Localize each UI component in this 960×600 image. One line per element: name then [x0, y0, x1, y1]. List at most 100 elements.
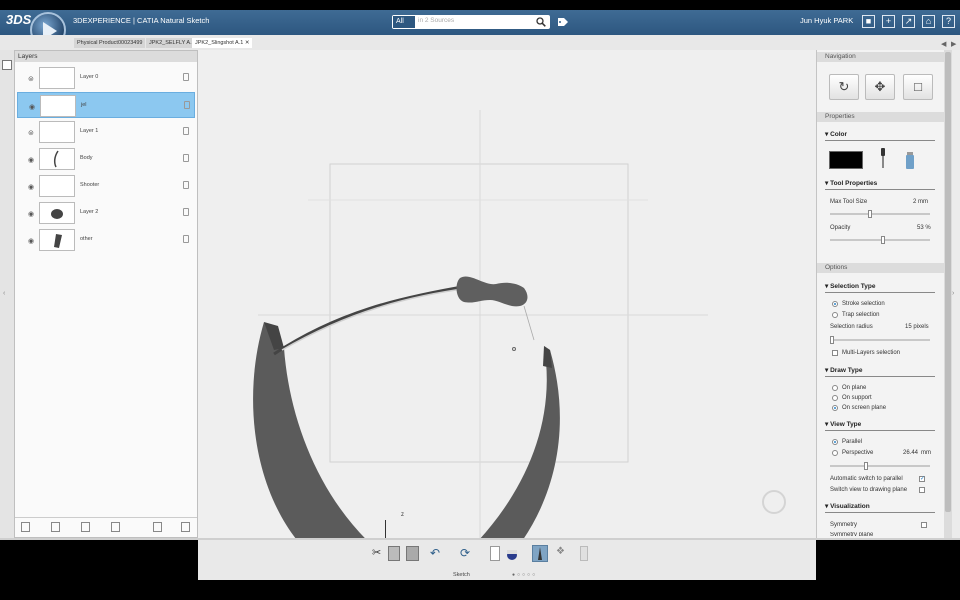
home-icon[interactable]: ⌂ — [922, 15, 935, 28]
help-icon[interactable]: ? — [942, 15, 955, 28]
plane-icon[interactable] — [490, 546, 500, 561]
pan-icon[interactable]: ✥ — [865, 74, 895, 100]
eye-icon[interactable]: ◉ — [28, 156, 34, 164]
lock-icon[interactable] — [183, 73, 189, 81]
lock-icon[interactable] — [184, 101, 190, 109]
slider-handle[interactable] — [864, 462, 868, 470]
visualization-title[interactable]: ▾ Visualization — [825, 502, 870, 510]
lock-icon[interactable] — [183, 154, 189, 162]
search-box[interactable]: All in 2 Sources — [392, 15, 550, 29]
right-panel-scrollbar[interactable] — [944, 50, 952, 538]
perspective-radio[interactable] — [832, 450, 838, 456]
on-screen-plane-radio[interactable] — [832, 405, 838, 411]
multi-layers-checkbox[interactable] — [832, 350, 838, 356]
eye-icon[interactable]: ◉ — [28, 183, 34, 191]
collapse-right-icon[interactable]: › — [952, 290, 954, 297]
perspective-label[interactable]: Perspective — [842, 450, 873, 456]
layer-row-other[interactable]: ◉ other — [17, 227, 195, 253]
search-input[interactable]: in 2 Sources — [418, 17, 454, 24]
tab-slingshot[interactable]: JPK2_Slingshot A.1 ✕ — [192, 38, 253, 48]
tab-scroll-left-icon[interactable]: ◀ — [941, 40, 946, 48]
lock-icon[interactable] — [183, 208, 189, 216]
on-support-radio[interactable] — [832, 395, 838, 401]
lock-icon[interactable] — [183, 127, 189, 135]
on-support-label[interactable]: On support — [842, 395, 872, 401]
tool-properties-title[interactable]: ▾ Tool Properties — [825, 179, 877, 187]
opacity-slider[interactable] — [830, 236, 930, 244]
search-icon[interactable] — [536, 17, 546, 27]
trap-selection-label[interactable]: Trap selection — [842, 312, 879, 318]
multi-layers-label[interactable]: Multi-Layers selection — [842, 350, 900, 356]
update-icon[interactable]: ⟳ — [460, 546, 474, 561]
layer-row-layer2[interactable]: ◉ Layer 2 — [17, 200, 195, 226]
lock-icon[interactable] — [183, 181, 189, 189]
new-layer-icon[interactable] — [51, 522, 60, 532]
collapse-left-icon[interactable]: ‹ — [3, 290, 5, 297]
trap-selection-radio[interactable] — [832, 312, 838, 318]
on-plane-radio[interactable] — [832, 385, 838, 391]
cut-icon[interactable]: ✂ — [372, 546, 384, 561]
rotate-icon[interactable]: ↻ — [829, 74, 859, 100]
parallel-label[interactable]: Parallel — [842, 439, 862, 445]
user-profile-icon[interactable]: ■ — [862, 15, 875, 28]
navigation-header[interactable]: Navigation — [817, 52, 944, 62]
copy-icon[interactable] — [388, 546, 400, 561]
layer-row-shooter[interactable]: ◉ Shooter — [17, 173, 195, 199]
parallel-radio[interactable] — [832, 439, 838, 445]
slider-handle[interactable] — [830, 336, 834, 344]
close-icon[interactable]: ✕ — [245, 40, 250, 46]
transform-icon[interactable]: ❖ — [556, 546, 568, 561]
on-screen-plane-label[interactable]: On screen plane — [842, 405, 886, 411]
layer-row-jel[interactable]: ◉ jel — [17, 92, 195, 118]
move-up-icon[interactable] — [111, 522, 120, 532]
selection-type-title[interactable]: ▾ Selection Type — [825, 282, 875, 290]
color-title[interactable]: ▾ Color — [825, 130, 847, 138]
new-folder-icon[interactable] — [21, 522, 30, 532]
paste-icon[interactable] — [406, 546, 419, 561]
layer-row-layer1[interactable]: ⊜ Layer 1 — [17, 119, 195, 145]
slider-handle[interactable] — [868, 210, 872, 218]
layers-panel-icon[interactable] — [2, 60, 12, 70]
share-icon[interactable]: ↗ — [902, 15, 915, 28]
delete-icon[interactable] — [153, 522, 162, 532]
eye-closed-icon[interactable]: ⊜ — [28, 75, 34, 83]
symmetry-plane-label[interactable]: Symmetry plane — [830, 532, 873, 536]
tab-physical-product[interactable]: Physical Product00023499 — [74, 38, 146, 48]
duplicate-layer-icon[interactable] — [81, 522, 90, 532]
add-icon[interactable]: + — [882, 15, 895, 28]
eye-icon[interactable]: ◉ — [29, 103, 35, 111]
view-type-title[interactable]: ▾ View Type — [825, 420, 861, 428]
tag-icon[interactable] — [558, 18, 568, 26]
layer-options-icon[interactable] — [181, 522, 190, 532]
stroke-selection-radio[interactable] — [832, 301, 838, 307]
symmetry-checkbox[interactable] — [921, 522, 927, 528]
auto-switch-label[interactable]: Automatic switch to parallel — [830, 476, 903, 482]
options-header[interactable]: Options — [817, 263, 944, 273]
perspective-slider[interactable] — [830, 462, 930, 470]
color-swatch[interactable] — [829, 151, 863, 169]
auto-switch-checkbox[interactable]: ✓ — [919, 476, 925, 482]
ink-icon[interactable] — [506, 546, 518, 561]
properties-header[interactable]: Properties — [817, 112, 944, 122]
eye-closed-icon[interactable]: ⊜ — [28, 129, 34, 137]
selection-radius-slider[interactable] — [830, 336, 930, 344]
draw-type-title[interactable]: ▾ Draw Type — [825, 366, 862, 374]
brush-icon[interactable] — [532, 545, 548, 562]
stroke-selection-label[interactable]: Stroke selection — [842, 301, 885, 307]
switch-view-checkbox[interactable] — [919, 487, 925, 493]
fit-all-icon[interactable]: □ — [903, 74, 933, 100]
layer-row-layer0[interactable]: ⊜ Layer 0 — [17, 65, 195, 91]
undo-icon[interactable]: ↶ — [430, 546, 444, 561]
paint-bucket-icon[interactable] — [905, 152, 915, 170]
scrollbar-thumb[interactable] — [945, 52, 951, 512]
eye-icon[interactable]: ◉ — [28, 237, 34, 245]
max-tool-size-slider[interactable] — [830, 210, 930, 218]
erase-icon[interactable] — [580, 546, 588, 561]
symmetry-label[interactable]: Symmetry — [830, 522, 857, 528]
toolbar-page-dots[interactable]: ●○○○○ — [512, 572, 537, 578]
user-name[interactable]: Jun Hyuk PARK — [800, 16, 853, 25]
slider-handle[interactable] — [881, 236, 885, 244]
eye-icon[interactable]: ◉ — [28, 210, 34, 218]
layer-row-body[interactable]: ◉ Body — [17, 146, 195, 172]
tab-scroll-right-icon[interactable]: ▶ — [951, 40, 956, 48]
